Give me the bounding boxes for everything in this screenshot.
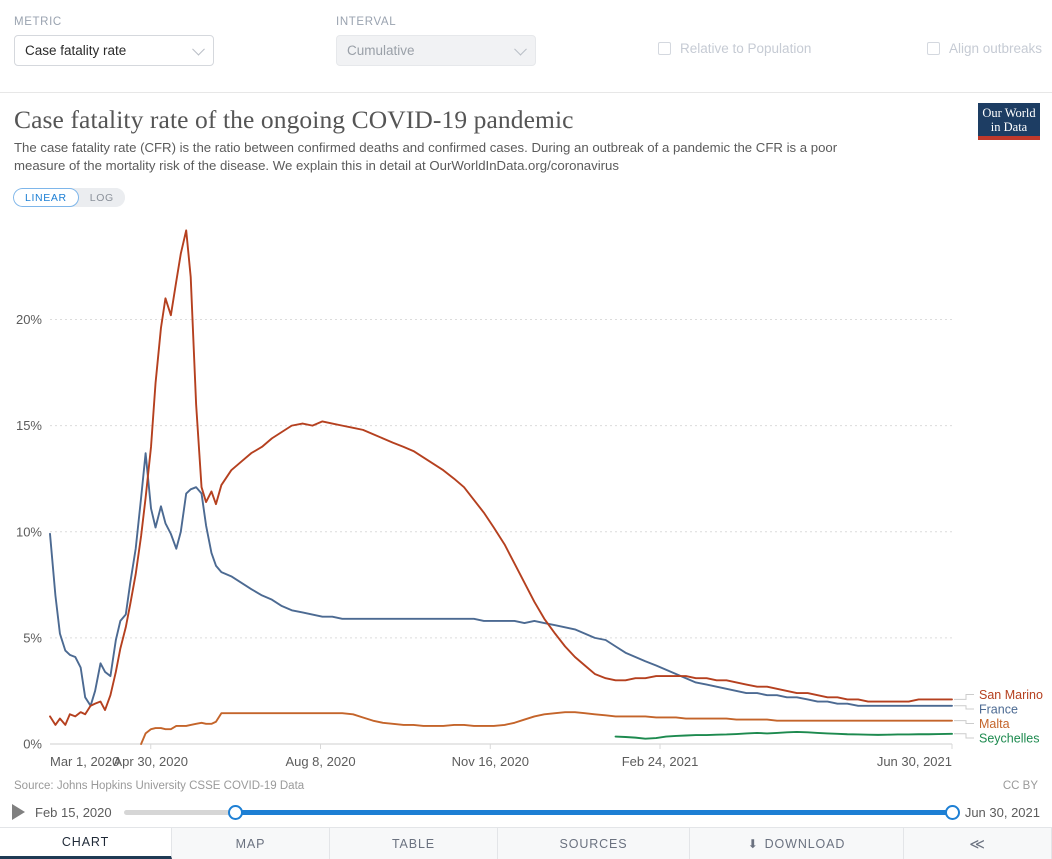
page-title: Case fatality rate of the ongoing COVID-… — [14, 105, 574, 134]
chart-plot-area: 0% 5% 10% 15% 20% Mar 1, 2020 Apr 30, 2020 Aug … — [0, 210, 1052, 770]
legend-label-malta[interactable]: Malta — [979, 717, 1010, 731]
timeline-start-date: Feb 15, 2020 — [35, 804, 112, 820]
tab-label: CHART — [61, 835, 110, 849]
owid-logo-line1: Our World — [982, 106, 1036, 120]
metric-label: METRIC — [14, 16, 62, 28]
legend-leader-line — [954, 705, 974, 710]
y-axis-tick-label: 20% — [16, 312, 42, 327]
tab-label: MAP — [235, 836, 266, 851]
legend-label-seychelles[interactable]: Seychelles — [979, 731, 1039, 745]
legend-leader-line — [954, 694, 974, 700]
relative-to-population-checkbox: Relative to Population — [658, 41, 811, 56]
tab-map[interactable]: MAP — [172, 828, 330, 859]
series-line-san-marino[interactable] — [49, 229, 953, 726]
scale-log-button[interactable]: LOG — [78, 188, 125, 207]
chevron-down-icon — [192, 42, 205, 56]
owid-logo-line2: in Data — [990, 120, 1028, 134]
chart-header: Case fatality rate of the ongoing COVID-… — [0, 93, 1052, 175]
legend-leader-line — [954, 720, 974, 724]
source-text[interactable]: Source: Johns Hopkins University CSSE CO… — [14, 780, 304, 792]
x-axis-tick-label: Jun 30, 2021 — [877, 754, 952, 769]
relative-to-population-label: Relative to Population — [680, 41, 812, 56]
x-axis-tick-label: Feb 24, 2021 — [622, 754, 699, 769]
series-line-seychelles[interactable] — [614, 730, 953, 740]
tab-chart[interactable]: CHART — [0, 828, 172, 859]
chevron-down-icon — [514, 42, 527, 56]
line-chart-svg: 0% 5% 10% 15% 20% Mar 1, 2020Apr 30, 2020 Aug … — [16, 229, 1043, 769]
series-line-france[interactable] — [49, 452, 953, 707]
x-axis-tick-label: Apr 30, 2020 — [114, 754, 188, 769]
chart-footer: Source: Johns Hopkins University CSSE CO… — [0, 780, 1052, 792]
interval-select-value: Cumulative — [347, 43, 415, 58]
legend-leader-line — [954, 733, 974, 739]
x-axis-tick-label: Nov 16, 2020 — [452, 754, 529, 769]
owid-grapher-page: METRIC Case fatality rate INTERVAL Cumul… — [0, 0, 1052, 859]
timeline-control: Feb 15, 2020 Jun 30, 2021 — [0, 798, 1052, 826]
tab-table[interactable]: TABLE — [330, 828, 498, 859]
axis-scale-toggle: LINEAR LOG — [13, 188, 125, 207]
tab-sources[interactable]: SOURCES — [498, 828, 690, 859]
interval-label: INTERVAL — [336, 16, 397, 28]
align-outbreaks-label: Align outbreaks — [949, 41, 1043, 56]
y-axis-tick-label: 15% — [16, 418, 42, 433]
checkbox-box — [927, 42, 940, 55]
tab-label: SOURCES — [559, 836, 628, 851]
chart-subtitle: The case fatality rate (CFR) is the rati… — [14, 140, 838, 173]
legend-label-france[interactable]: France — [979, 702, 1018, 716]
license-text[interactable]: CC BY — [1003, 780, 1038, 792]
metric-control: METRIC Case fatality rate — [14, 16, 214, 66]
tab-label: TABLE — [391, 836, 436, 851]
share-icon: ≪ — [969, 835, 986, 853]
tab-label: DOWNLOAD — [764, 836, 846, 851]
play-icon[interactable] — [12, 804, 25, 820]
legend-label-san-marino[interactable]: San Marino — [979, 688, 1043, 702]
y-axis-tick-label: 0% — [23, 737, 42, 752]
timeline-handle-end[interactable] — [945, 804, 961, 820]
interval-select: Cumulative — [336, 35, 536, 66]
series-line-malta[interactable] — [140, 711, 953, 745]
y-axis-tick-label: 5% — [23, 630, 42, 645]
interval-control: INTERVAL Cumulative — [336, 16, 536, 66]
metric-select-value: Case fatality rate — [25, 43, 127, 58]
x-axis-tick-label: Mar 1, 2020 — [50, 754, 119, 769]
timeline-selected-range — [235, 809, 953, 815]
owid-logo[interactable]: Our World in Data — [978, 103, 1040, 140]
timeline-handle-start[interactable] — [228, 804, 244, 820]
view-tabs: CHART MAP TABLE SOURCES ⬇ DOWNLOAD ≪ — [0, 827, 1052, 859]
controls-bar: METRIC Case fatality rate INTERVAL Cumul… — [0, 0, 1052, 93]
tab-download[interactable]: ⬇ DOWNLOAD — [690, 828, 904, 859]
x-axis-tick-label: Aug 8, 2020 — [285, 754, 355, 769]
scale-linear-button[interactable]: LINEAR — [13, 188, 79, 207]
download-icon: ⬇ — [747, 836, 759, 851]
checkbox-box — [658, 42, 671, 55]
y-axis-tick-label: 10% — [16, 524, 42, 539]
tab-share[interactable]: ≪ — [904, 828, 1052, 859]
metric-select[interactable]: Case fatality rate — [14, 35, 214, 66]
timeline-end-date: Jun 30, 2021 — [964, 804, 1040, 820]
align-outbreaks-checkbox: Align outbreaks — [927, 41, 1042, 56]
timeline-slider[interactable] — [123, 803, 961, 821]
